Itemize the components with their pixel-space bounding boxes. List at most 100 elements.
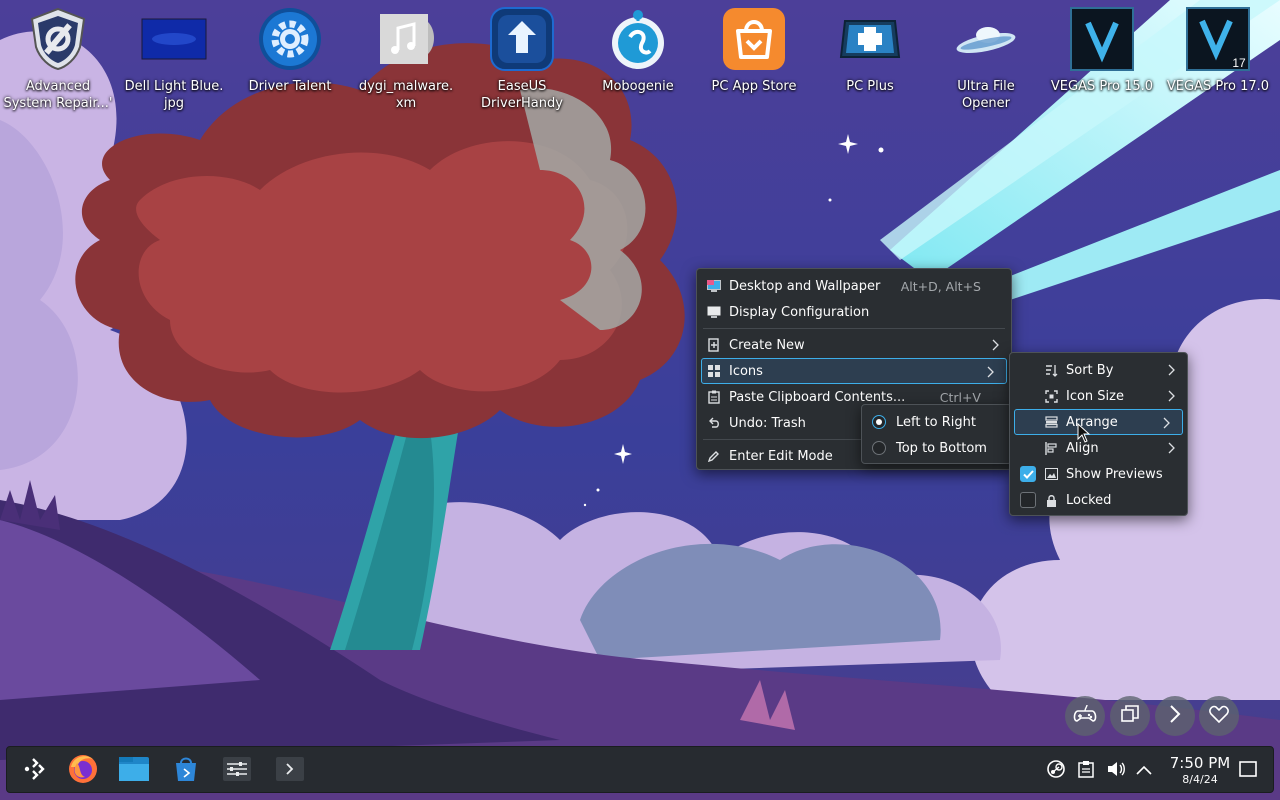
menu-item-top-to-bottom[interactable]: Top to Bottom: [862, 435, 1011, 461]
firefox-launcher[interactable]: [66, 754, 100, 788]
clock-date: 8/4/24: [1182, 773, 1218, 786]
desktop-icon-label: dygi_malware. xm: [358, 79, 454, 111]
menu-item-icon-size[interactable]: Icon Size: [1010, 383, 1187, 409]
clock-time: 7:50 PM: [1169, 754, 1231, 772]
desktop-icon-vegas-pro-15[interactable]: VEGAS Pro 15.0: [1046, 6, 1158, 95]
image-file-icon: [141, 6, 207, 72]
desktop-icon-label: Ultra File Opener: [957, 79, 1015, 111]
desktop-icon-mobogenie[interactable]: Mobogenie: [582, 6, 694, 95]
file-manager-icon: [118, 756, 150, 786]
gamepad-button[interactable]: [1065, 696, 1105, 736]
desktop-icon-ultra-file-opener[interactable]: Ultra File Opener: [930, 6, 1042, 112]
checkbox-unchecked[interactable]: [1020, 492, 1036, 508]
show-desktop-button[interactable]: [1237, 760, 1259, 782]
menu-separator: [703, 328, 1005, 329]
windows-button[interactable]: [1110, 696, 1150, 736]
discover-store-launcher[interactable]: [169, 754, 203, 788]
next-button[interactable]: [1155, 696, 1195, 736]
align-icon: [1044, 441, 1058, 455]
desktop-icon-easeus-driverhandy[interactable]: EaseUS DriverHandy: [466, 6, 578, 112]
resize-icon: [1044, 389, 1058, 403]
desktop-icon-dygi-malware[interactable]: dygi_malware. xm: [350, 6, 462, 112]
menu-item-icons[interactable]: Icons: [701, 358, 1007, 384]
shopping-bag-icon: [721, 6, 787, 72]
menu-item-align[interactable]: Align: [1010, 435, 1187, 461]
mobogenie-icon: [605, 6, 671, 72]
checkbox-checked[interactable]: [1020, 466, 1036, 482]
chevron-right-icon: [1163, 417, 1170, 433]
arrange-icon: [1044, 415, 1058, 429]
wallpaper-icon: [707, 279, 721, 293]
desktop-icon-vegas-pro-17[interactable]: 17 VEGAS Pro 17.0: [1162, 6, 1274, 95]
chevron-right-icon: [987, 366, 994, 382]
volume-icon: [1106, 760, 1126, 782]
desktop-icon-driver-talent[interactable]: Driver Talent: [234, 6, 346, 95]
desktop-icon-pc-app-store[interactable]: PC App Store: [698, 6, 810, 95]
grid-icon: [707, 364, 721, 378]
show-hidden-icon: [1136, 764, 1152, 779]
desktop-icon-label: VEGAS Pro 15.0: [1050, 79, 1154, 94]
menu-item-label: Display Configuration: [729, 304, 870, 320]
ufo-icon: [953, 6, 1019, 72]
desktop-icon-pc-plus[interactable]: PC Plus: [814, 6, 926, 95]
chevron-right-icon: [1169, 704, 1181, 728]
menu-item-desktop-and-wallpaper[interactable]: Desktop and Wallpaper Alt+D, Alt+S: [697, 273, 1011, 299]
radio-unselected[interactable]: [872, 441, 886, 455]
clipboard-icon: [1078, 760, 1094, 782]
create-new-icon: [707, 338, 721, 352]
taskbar-panel: 7:50 PM 8/4/24: [6, 746, 1274, 793]
upload-icon: [489, 6, 555, 72]
menu-item-locked[interactable]: Locked: [1010, 487, 1187, 513]
pencil-icon: [707, 449, 721, 463]
heart-icon: [1209, 705, 1229, 727]
windows-icon: [1121, 705, 1139, 727]
menu-item-shortcut: Alt+D, Alt+S: [900, 278, 981, 294]
show-hidden-icons-button[interactable]: [1133, 760, 1155, 782]
desktop-icon-label: PC Plus: [846, 79, 894, 94]
steam-icon: [1046, 759, 1066, 783]
file-manager-launcher[interactable]: [117, 754, 151, 788]
radio-selected[interactable]: [872, 415, 886, 429]
application-launcher-button[interactable]: [17, 754, 51, 788]
gamepad-icon: [1073, 704, 1097, 728]
menu-item-label: Left to Right: [896, 414, 977, 430]
show-desktop-icon: [1239, 761, 1257, 781]
menu-item-label: Desktop and Wallpaper: [729, 278, 881, 294]
menu-item-label: Top to Bottom: [896, 440, 987, 456]
menu-item-shortcut: Ctrl+V: [939, 389, 981, 405]
music-file-icon: [373, 6, 439, 72]
clipboard-tray-item[interactable]: [1075, 760, 1097, 782]
system-settings-launcher[interactable]: [220, 754, 254, 788]
menu-item-label: Icons: [729, 363, 763, 379]
chevron-right-icon: [1168, 364, 1175, 380]
volume-tray-item[interactable]: [1105, 760, 1127, 782]
application-launcher-icon: [21, 757, 47, 785]
terminal-icon: [275, 756, 305, 786]
menu-item-label: Paste Clipboard Contents...: [729, 389, 906, 405]
menu-item-display-configuration[interactable]: Display Configuration: [697, 299, 1011, 325]
desktop-icon-label: Mobogenie: [602, 79, 674, 94]
favorite-button[interactable]: [1199, 696, 1239, 736]
gear-icon: [257, 6, 323, 72]
vegas-icon: 17: [1185, 6, 1251, 72]
chevron-right-icon: [1168, 390, 1175, 406]
sort-icon: [1044, 363, 1058, 377]
discover-store-icon: [172, 755, 200, 787]
menu-item-arrange[interactable]: Arrange: [1014, 409, 1183, 435]
menu-item-label: Locked: [1066, 492, 1112, 508]
menu-item-show-previews[interactable]: Show Previews: [1010, 461, 1187, 487]
shield-wrench-icon: [25, 6, 91, 72]
desktop-icon-label: EaseUS DriverHandy: [481, 79, 563, 111]
menu-item-create-new[interactable]: Create New: [697, 332, 1011, 358]
steam-tray-item[interactable]: [1045, 760, 1067, 782]
desktop-icon-label: VEGAS Pro 17.0: [1166, 79, 1270, 94]
desktop-icon-label: Advanced System Repair...': [3, 79, 113, 111]
desktop-icon-dell-light-blue[interactable]: Dell Light Blue. jpg: [118, 6, 230, 112]
terminal-launcher[interactable]: [273, 754, 307, 788]
vegas-icon: [1069, 6, 1135, 72]
mouse-cursor-icon: [1077, 423, 1091, 443]
menu-item-left-to-right[interactable]: Left to Right: [862, 409, 1011, 435]
menu-item-sort-by[interactable]: Sort By: [1010, 357, 1187, 383]
image-icon: [1044, 467, 1058, 481]
desktop-icon-advanced-system-repair[interactable]: Advanced System Repair...': [2, 6, 114, 112]
